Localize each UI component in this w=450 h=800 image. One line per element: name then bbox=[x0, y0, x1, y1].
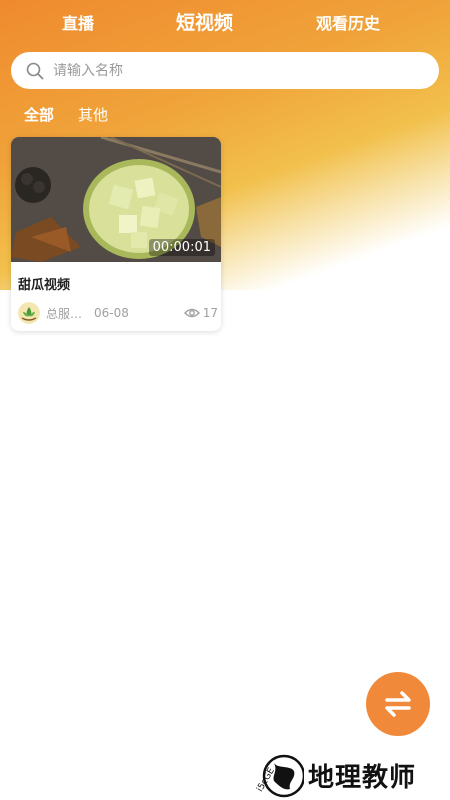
search-bar[interactable] bbox=[11, 52, 439, 89]
author-avatar bbox=[18, 302, 40, 324]
category-all[interactable]: 全部 bbox=[24, 104, 54, 125]
top-nav: 直播 短视频 观看历史 bbox=[0, 0, 450, 46]
upload-date: 06-08 bbox=[94, 306, 129, 320]
globe-logo-icon: i5cGE bbox=[255, 754, 304, 798]
tab-live[interactable]: 直播 bbox=[62, 10, 94, 34]
search-icon bbox=[26, 62, 44, 79]
view-count-value: 17 bbox=[202, 306, 218, 320]
watermark-text: 地理教师 bbox=[308, 762, 417, 793]
video-card[interactable]: 00:00:01 甜瓜视频 总服… 06-08 17 bbox=[11, 137, 221, 331]
search-input[interactable] bbox=[53, 62, 413, 79]
video-meta: 总服… 06-08 17 bbox=[18, 302, 218, 324]
video-duration: 00:00:01 bbox=[148, 239, 215, 256]
swap-arrows-icon bbox=[385, 691, 411, 717]
watermark: i5cGE 地理教师 bbox=[244, 750, 450, 800]
view-count: 17 bbox=[183, 306, 218, 320]
category-other[interactable]: 其他 bbox=[78, 104, 108, 125]
video-title[interactable]: 甜瓜视频 bbox=[18, 274, 70, 293]
video-thumbnail[interactable]: 00:00:01 bbox=[11, 137, 221, 262]
swap-button[interactable] bbox=[366, 672, 430, 736]
category-tabs: 全部 其他 bbox=[24, 104, 108, 125]
eye-icon bbox=[183, 308, 200, 318]
author-name: 总服… bbox=[46, 306, 83, 321]
tab-watch-history[interactable]: 观看历史 bbox=[316, 10, 380, 34]
tab-short-video[interactable]: 短视频 bbox=[176, 8, 233, 35]
